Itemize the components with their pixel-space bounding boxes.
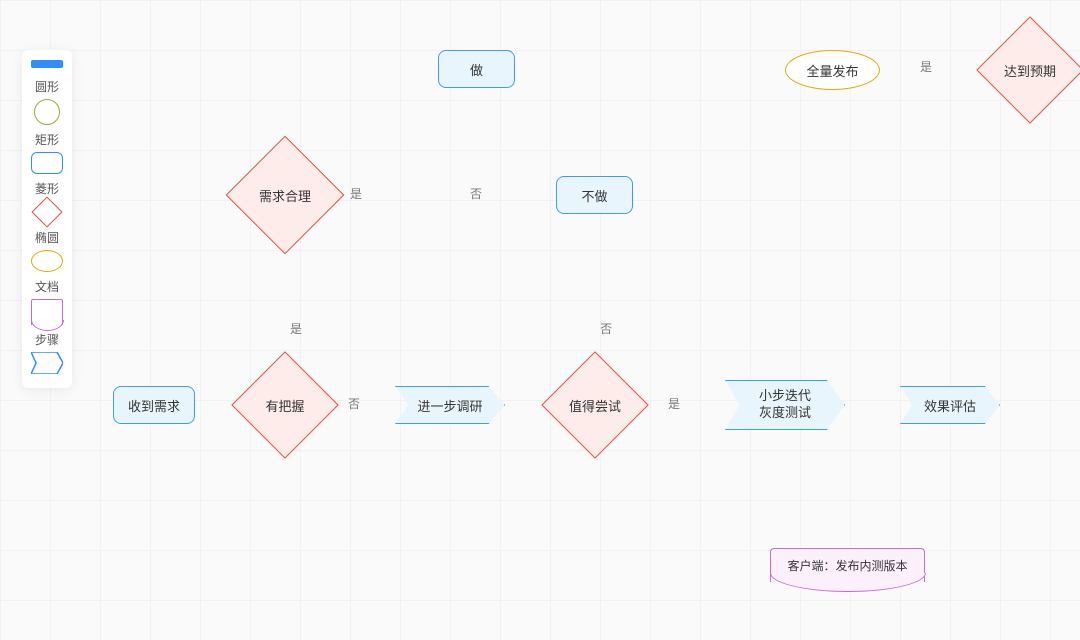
node-text: 做 [470,60,483,79]
document-icon [31,299,63,325]
node-text: 值得尝试 [557,367,633,443]
palette-item-step[interactable]: 步骤 [31,331,63,374]
edges-layer [0,0,300,150]
node-client-beta[interactable]: 客户端：发布内测版本 [770,548,925,582]
node-text: 全量发布 [806,61,858,80]
node-text: 不做 [581,186,607,205]
palette-item-diamond[interactable]: 菱形 [35,180,59,223]
node-not-do[interactable]: 不做 [556,176,633,214]
step-icon [31,352,63,374]
rect-icon [31,152,63,174]
node-full-release[interactable]: 全量发布 [785,50,880,90]
node-confident[interactable]: 有把握 [247,367,323,443]
ellipse-icon [31,250,63,272]
node-text: 进一步调研 [417,396,482,415]
node-worth-trying[interactable]: 值得尝试 [557,367,633,443]
diamond-icon [31,196,62,227]
node-text: 达到预期 [992,32,1068,108]
palette-label: 步骤 [35,331,59,348]
palette-label: 文档 [35,278,59,295]
palette-label: 菱形 [35,180,59,197]
palette-label: 椭圆 [35,229,59,246]
edge-label: 是 [290,320,302,337]
edge-label: 是 [920,58,932,75]
edge-label: 是 [350,185,362,202]
palette-item-ellipse[interactable]: 椭圆 [31,229,63,272]
node-text: 需求合理 [243,153,327,237]
node-do[interactable]: 做 [438,50,515,88]
edge-label: 否 [470,185,482,202]
node-meet-expectation[interactable]: 达到预期 [992,32,1068,108]
node-further-research[interactable]: 进一步调研 [395,386,505,424]
node-text: 效果评估 [924,396,976,415]
node-text: 有把握 [247,367,323,443]
node-effect-evaluation[interactable]: 效果评估 [900,386,1000,424]
edge-label: 否 [600,320,612,337]
node-text: 收到需求 [128,396,180,415]
edge-label: 是 [668,395,680,412]
node-requirement-reasonable[interactable]: 需求合理 [243,153,327,237]
palette-item-doc[interactable]: 文档 [31,278,63,325]
node-text: 客户端：发布内测版本 [771,549,924,582]
node-iterate-gray[interactable]: 小步迭代 灰度测试 [725,380,845,430]
node-receive-requirement[interactable]: 收到需求 [113,386,195,424]
edge-label: 否 [348,395,360,412]
node-text: 小步迭代 灰度测试 [759,388,811,422]
